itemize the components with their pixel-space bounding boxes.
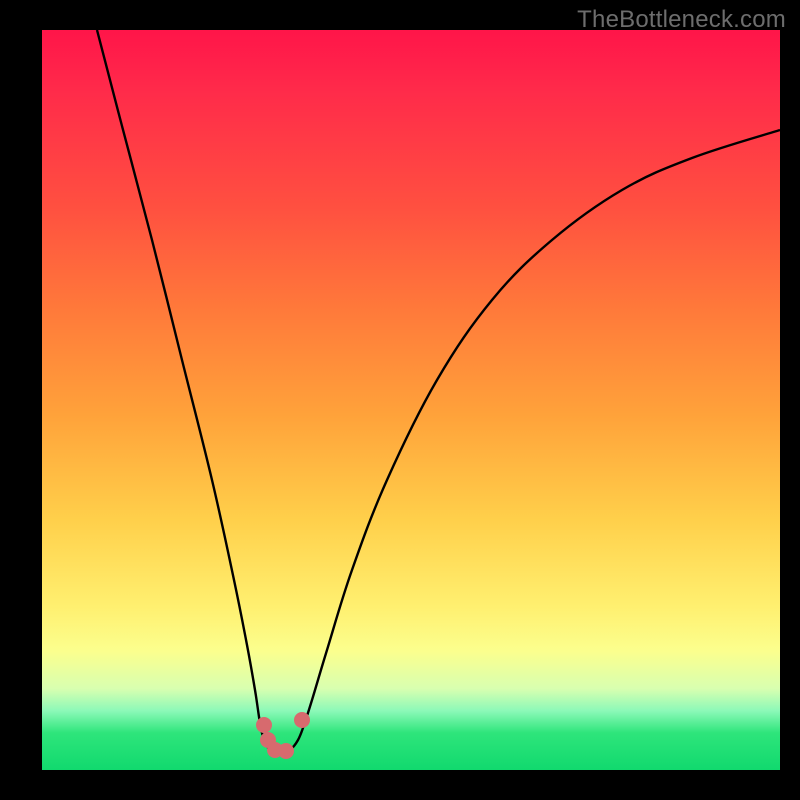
chart-frame: TheBottleneck.com (0, 0, 800, 800)
curve-marker (294, 712, 310, 728)
marker-group (256, 712, 310, 759)
gradient-plot-area (42, 30, 780, 770)
curve-marker (278, 743, 294, 759)
bottleneck-curve (97, 30, 780, 754)
watermark-text: TheBottleneck.com (577, 6, 786, 34)
curve-svg (42, 30, 780, 770)
curve-marker (256, 717, 272, 733)
